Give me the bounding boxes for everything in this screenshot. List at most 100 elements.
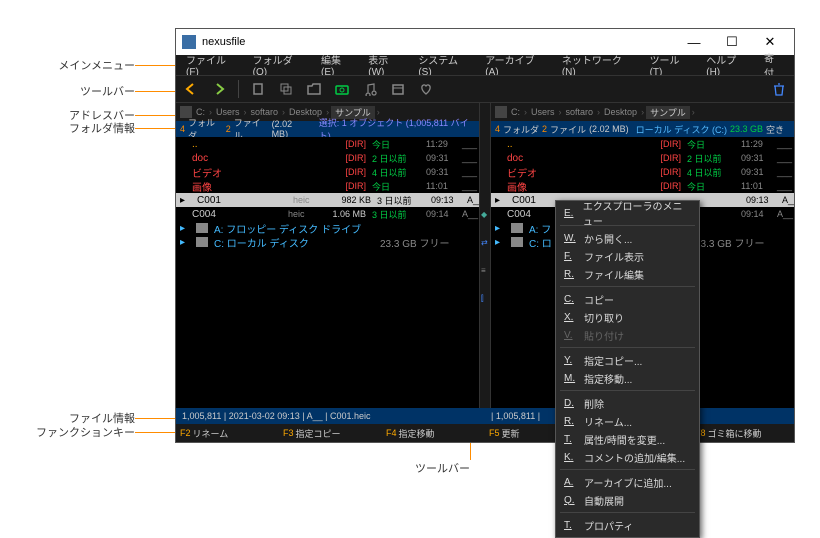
trash-icon[interactable] [770, 80, 788, 98]
app-icon [182, 35, 196, 49]
left-file-list[interactable]: ..[DIR]今日11:29___doc[DIR]2 日以前09:31___ビデ… [176, 137, 479, 408]
context-menu-item[interactable]: K. コメントの追加/編集... [556, 448, 699, 466]
addr-seg[interactable]: Desktop [602, 107, 639, 117]
pane-divider[interactable]: ◆ ⇄ ≡ ⫿ [479, 103, 491, 408]
context-menu-item[interactable]: F.ファイル表示 [556, 247, 699, 265]
context-menu-item[interactable]: C.コピー [556, 290, 699, 308]
context-menu-item[interactable]: W.から開く... [556, 229, 699, 247]
file-size: [DIR] [324, 167, 366, 177]
right-addressbar[interactable]: C:› Users› softaro› Desktop› サンプル› [491, 103, 794, 121]
function-key-f2[interactable]: F2リネーム [176, 427, 279, 440]
context-menu-item[interactable]: E.エクスプローラのメニュー [556, 204, 699, 222]
file-label: ファイル [550, 123, 586, 136]
copy-icon[interactable] [277, 80, 295, 98]
file-row[interactable]: 画像[DIR]今日11:01___ [176, 179, 479, 193]
context-menu-item[interactable]: M.指定移動... [556, 369, 699, 387]
menu-separator [560, 390, 695, 391]
drive-icon[interactable] [495, 106, 507, 118]
file-row[interactable]: ..[DIR]今日11:29___ [176, 137, 479, 151]
file-row[interactable]: ..[DIR]今日11:29___ [491, 137, 794, 151]
drive-icon [511, 237, 523, 247]
file-size: 1.06 MB [324, 209, 366, 219]
app-window: nexusfile — ☐ ✕ ファイル(F) フォルダ(O) 編集(E) 表示… [175, 28, 795, 443]
ctx-label: 指定コピー... [584, 353, 642, 368]
addr-seg[interactable]: C: [509, 107, 522, 117]
file-time: 09:31 [426, 167, 456, 177]
context-menu-item[interactable]: A.アーカイブに追加... [556, 473, 699, 491]
function-key-f3[interactable]: F3指定コピー [279, 427, 382, 440]
file-name: C: ローカル ディスク [214, 235, 374, 250]
file-attr: A__ [782, 195, 794, 205]
file-row[interactable]: C004heic1.06 MB3 日以前09:14A__ [176, 207, 479, 221]
annotation-toolbar2: ツールバー [410, 460, 470, 476]
drive-free: 23.3 GB フリー [380, 235, 449, 250]
folder-icon[interactable] [305, 80, 323, 98]
file-attr: ___ [462, 153, 479, 163]
annotation-folder-info: フォルダ情報 [20, 120, 135, 136]
file-name: C001 [197, 195, 287, 206]
file-row[interactable]: 画像[DIR]今日11:01___ [491, 179, 794, 193]
context-menu-item[interactable]: R.ファイル編集 [556, 265, 699, 283]
file-row[interactable]: ビデオ[DIR]4 日以前09:31___ [176, 165, 479, 179]
addr-seg[interactable]: Users [529, 107, 557, 117]
camera-icon[interactable] [333, 80, 351, 98]
function-key-f4[interactable]: F4指定移動 [382, 427, 485, 440]
ctx-key: V. [564, 330, 576, 341]
addr-current[interactable]: サンプル [646, 106, 690, 119]
ctx-key: E. [564, 208, 575, 219]
left-folder-info: 4 フォルダ 2 ファイル (2.02 MB) 選択: 1 オブジェクト (1,… [176, 121, 479, 137]
document-icon[interactable] [249, 80, 267, 98]
file-attr: A__ [467, 195, 479, 205]
file-name: ビデオ [507, 165, 597, 180]
folder-count: 4 [495, 124, 500, 134]
file-row[interactable]: ▸C001heic982 KB3 日以前09:13A__ [176, 193, 479, 207]
drive-label: ローカル ディスク (C:) [636, 123, 727, 136]
bars-icon[interactable]: ⫿ [481, 294, 489, 302]
file-time: 11:29 [426, 139, 456, 149]
ctx-key: K. [564, 452, 576, 463]
swap-icon[interactable]: ⇄ [481, 238, 489, 246]
file-attr: ___ [777, 153, 794, 163]
file-date: 4 日以前 [372, 166, 420, 179]
file-name: C004 [192, 209, 282, 220]
sync-icon[interactable]: ◆ [481, 210, 489, 218]
file-ext: heic [293, 195, 323, 205]
file-attr: ___ [777, 139, 794, 149]
file-attr: ___ [462, 181, 479, 191]
file-row[interactable]: ビデオ[DIR]4 日以前09:31___ [491, 165, 794, 179]
menubar: ファイル(F) フォルダ(O) 編集(E) 表示(W) システム(S) アーカイ… [176, 55, 794, 75]
menu-separator [560, 347, 695, 348]
ctx-label: コメントの追加/編集... [584, 450, 685, 465]
file-row[interactable]: doc[DIR]2 日以前09:31___ [176, 151, 479, 165]
file-row[interactable]: ▸C: ローカル ディスク23.3 GB フリー [176, 235, 479, 249]
context-menu[interactable]: E.エクスプローラのメニュー W.から開く...F.ファイル表示R.ファイル編集 C… [555, 200, 700, 538]
context-menu-item[interactable]: R.リネーム... [556, 412, 699, 430]
file-name: .. [507, 139, 597, 150]
context-menu-item[interactable]: Y. 指定コピー... [556, 351, 699, 369]
ctx-key: Y. [564, 355, 576, 366]
file-ext: heic [288, 209, 318, 219]
back-icon[interactable] [182, 80, 200, 98]
forward-icon[interactable] [210, 80, 228, 98]
file-name: 画像 [507, 179, 597, 194]
file-time: 09:13 [746, 195, 776, 205]
addr-seg[interactable]: softaro [564, 107, 596, 117]
archive-icon[interactable] [389, 80, 407, 98]
file-row[interactable]: doc[DIR]2 日以前09:31___ [491, 151, 794, 165]
context-menu-item[interactable]: T.プロパティ [556, 516, 699, 534]
context-menu-item[interactable]: T.属性/時間を変更... [556, 430, 699, 448]
music-icon[interactable] [361, 80, 379, 98]
context-menu-item[interactable]: X.切り取り [556, 308, 699, 326]
ctx-label: 貼り付け [584, 328, 624, 343]
equal-icon[interactable]: ≡ [481, 266, 489, 274]
file-row[interactable]: ▸A: フロッピー ディスク ドライブ [176, 221, 479, 235]
menu-separator [560, 469, 695, 470]
function-key-f8[interactable]: F8ゴミ箱に移動 [691, 427, 794, 440]
free-label: 空き [766, 123, 784, 136]
file-date: 今日 [372, 180, 420, 193]
fkey-label: リネーム [193, 427, 229, 440]
context-menu-item[interactable]: Q.自動展開 [556, 491, 699, 509]
fkey-id: F2 [180, 428, 191, 438]
heart-icon[interactable] [417, 80, 435, 98]
context-menu-item[interactable]: D.削除 [556, 394, 699, 412]
